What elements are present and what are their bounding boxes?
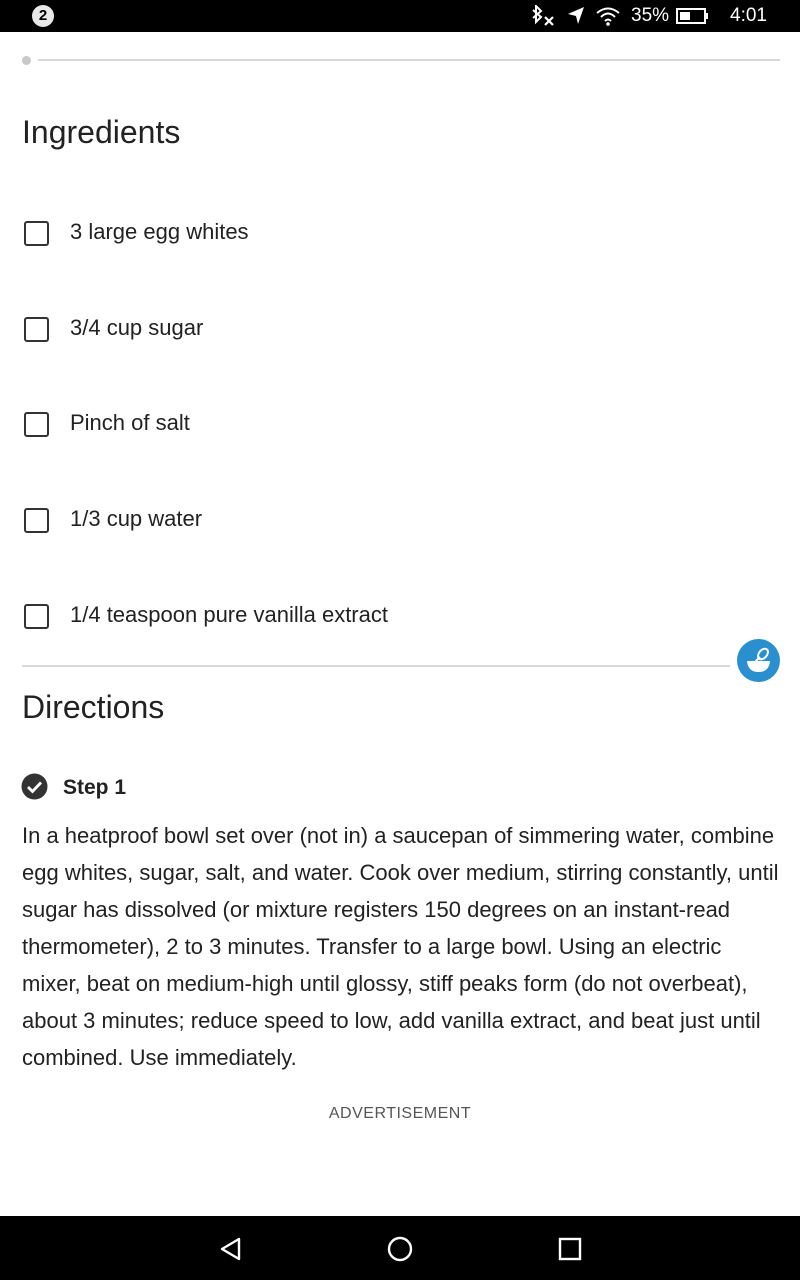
back-icon[interactable]: [215, 1234, 245, 1264]
status-bar: 2 35% 4:01: [0, 0, 800, 32]
recents-icon[interactable]: [555, 1234, 585, 1264]
step-label: Step 1: [63, 776, 127, 799]
ingredient-item[interactable]: 3/4 cup sugar: [24, 309, 724, 349]
ingredient-checkbox[interactable]: [24, 604, 49, 629]
battery-percent: 35%: [631, 5, 670, 26]
ingredient-label: 1/4 teaspoon pure vanilla extract: [70, 602, 388, 627]
ingredient-item[interactable]: 1/4 teaspoon pure vanilla extract: [24, 596, 724, 636]
ingredient-label: 3/4 cup sugar: [70, 315, 204, 340]
cook-mode-button[interactable]: [737, 639, 780, 682]
progress-dot: [22, 56, 31, 65]
home-icon[interactable]: [385, 1234, 415, 1264]
navigation-bar: [0, 1216, 800, 1280]
ingredient-label: 3 large egg whites: [70, 219, 249, 244]
advertisement-label: ADVERTISEMENT: [328, 1105, 472, 1122]
ingredient-checkbox[interactable]: [24, 221, 49, 246]
directions-title: Directions: [22, 689, 165, 725]
notification-count-badge: 2: [32, 5, 54, 27]
ingredient-item[interactable]: 3 large egg whites: [24, 213, 724, 253]
bluetooth-off-icon: [532, 5, 554, 26]
section-divider: [22, 665, 730, 667]
ingredient-checkbox[interactable]: [24, 412, 49, 437]
clock: 4:01: [730, 5, 767, 26]
ingredient-item[interactable]: Pinch of salt: [24, 404, 724, 444]
check-circle-icon: [21, 773, 48, 800]
location-icon: [568, 7, 584, 24]
ingredient-label: 1/3 cup water: [70, 506, 203, 531]
top-divider: [38, 59, 780, 61]
ingredient-checkbox[interactable]: [24, 317, 49, 342]
ingredient-item[interactable]: 1/3 cup water: [24, 500, 724, 540]
wifi-icon: [596, 7, 620, 26]
ingredient-checkbox[interactable]: [24, 508, 49, 533]
mixing-bowl-icon: [747, 647, 770, 672]
step-instructions: In a heatproof bowl set over (not in) a …: [22, 823, 779, 1070]
ingredient-label: Pinch of salt: [70, 410, 190, 435]
battery-icon: [676, 8, 708, 24]
ingredients-title: Ingredients: [22, 114, 181, 150]
